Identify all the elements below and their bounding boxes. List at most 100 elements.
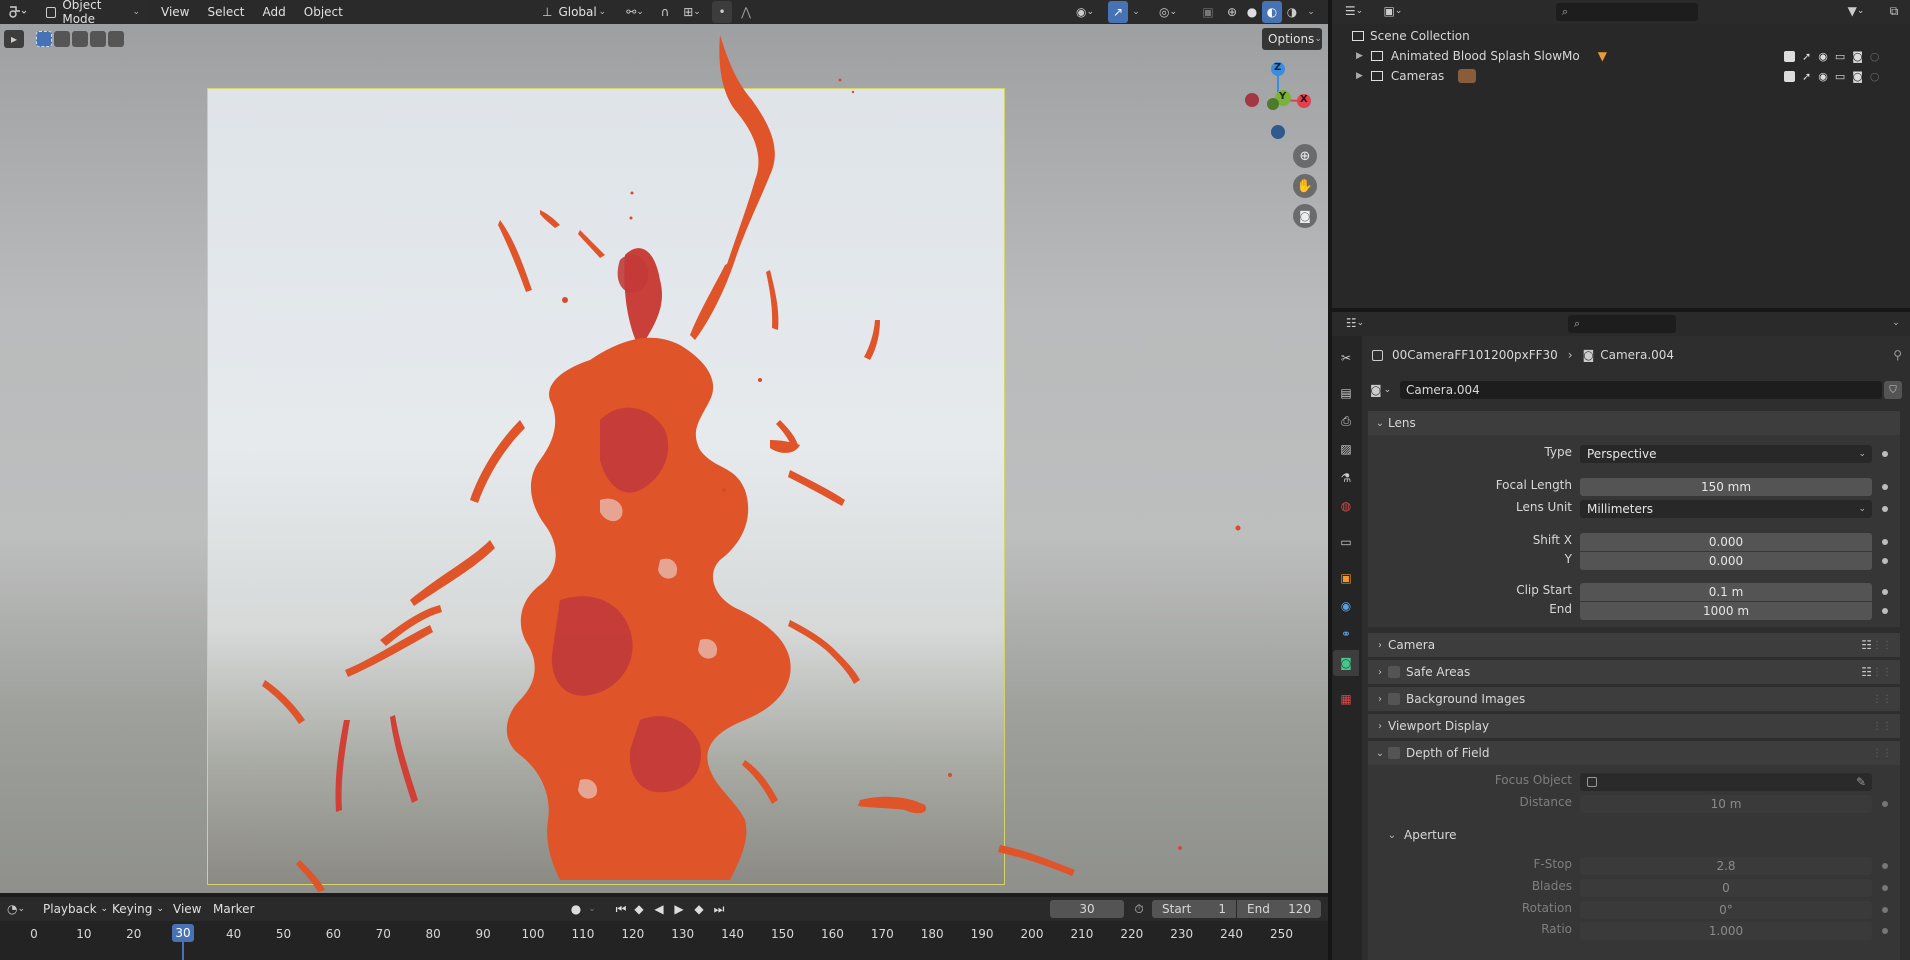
shift-x-field[interactable]: 0.000: [1580, 533, 1872, 551]
menu-marker[interactable]: Marker: [204, 898, 263, 920]
datablock-name-field[interactable]: Camera.004: [1400, 381, 1882, 399]
select-pointer-icon[interactable]: ➚: [1802, 70, 1811, 83]
presets-list-icon[interactable]: ☷: [1861, 638, 1872, 652]
rotation-field[interactable]: 0°: [1580, 901, 1872, 919]
focal-length-field[interactable]: 150 mm: [1580, 478, 1872, 496]
lens-panel-header[interactable]: ⌄ Lens: [1368, 410, 1900, 435]
keyframe-dot[interactable]: [1882, 484, 1888, 490]
drag-handle-icon[interactable]: ⋮⋮: [1872, 667, 1892, 678]
background-images-checkbox[interactable]: [1388, 693, 1400, 705]
keyframe-dot[interactable]: [1882, 589, 1888, 595]
tab-collection[interactable]: ▭: [1333, 529, 1359, 555]
render-camera-icon[interactable]: ◙: [1852, 70, 1863, 83]
background-images-panel-header[interactable]: › Background Images ⋮⋮: [1368, 686, 1900, 711]
properties-options-dropdown[interactable]: ⌄: [1888, 312, 1904, 334]
keyframe-dot[interactable]: [1882, 863, 1888, 869]
blades-field[interactable]: 0: [1580, 879, 1872, 897]
outliner-row-scene-collection[interactable]: Scene Collection: [1352, 26, 1892, 46]
display-mode-button[interactable]: ▣ ⌄: [1378, 0, 1408, 22]
viewport-display-panel-header[interactable]: › Viewport Display ⋮⋮: [1368, 713, 1900, 738]
eye-icon[interactable]: ◉: [1818, 50, 1828, 63]
dof-checkbox[interactable]: [1388, 747, 1400, 759]
keyframe-dot[interactable]: [1882, 928, 1888, 934]
shift-y-field[interactable]: 0.000: [1580, 552, 1872, 570]
chevron-right-icon[interactable]: ▶: [1356, 51, 1363, 61]
new-collection-button[interactable]: ⧉: [1884, 0, 1904, 22]
select-pointer-icon[interactable]: ➚: [1802, 50, 1811, 63]
drag-handle-icon[interactable]: ⋮⋮: [1872, 721, 1892, 732]
fstop-field[interactable]: 2.8: [1580, 857, 1872, 875]
holdout-icon[interactable]: ○: [1870, 50, 1880, 63]
eye-icon[interactable]: ◉: [1818, 70, 1828, 83]
tab-texture[interactable]: ▦: [1333, 686, 1359, 712]
keyframe-dot[interactable]: [1882, 451, 1888, 457]
eyedropper-icon[interactable]: ✎: [1856, 775, 1866, 789]
fake-user-button[interactable]: ⛉: [1884, 381, 1902, 399]
keyframe-dot[interactable]: [1882, 801, 1888, 807]
play-reverse-button[interactable]: ◀: [650, 898, 668, 920]
checkbox-icon[interactable]: [1784, 70, 1795, 82]
outliner-editor-type-button[interactable]: ☰ ⌄: [1340, 0, 1368, 22]
aperture-subpanel-header[interactable]: ⌄ Aperture: [1380, 824, 1900, 846]
ratio-field[interactable]: 1.000: [1580, 922, 1872, 940]
record-button[interactable]: ●: [566, 898, 586, 920]
jump-end-button[interactable]: ⏭: [710, 898, 728, 920]
keyframe-dot[interactable]: [1882, 907, 1888, 913]
outliner-search-input[interactable]: ⌕: [1556, 3, 1698, 21]
tab-constraints[interactable]: ⚭: [1333, 621, 1359, 647]
filter-button[interactable]: ▼ ⌄: [1842, 0, 1870, 22]
drag-handle-icon[interactable]: ⋮⋮: [1872, 694, 1892, 705]
viewport[interactable]: Object Mode ⌄ View Select Add Object ⊥ G…: [0, 0, 1328, 893]
clip-start-field[interactable]: 0.1 m: [1580, 583, 1872, 601]
checkbox-icon[interactable]: [1784, 50, 1795, 62]
end-frame-field[interactable]: End 120: [1237, 900, 1321, 918]
keyframe-dot[interactable]: [1882, 608, 1888, 614]
tab-scene[interactable]: ⚗: [1333, 465, 1359, 491]
tab-modifiers[interactable]: ◉: [1333, 593, 1359, 619]
play-button[interactable]: ▶: [670, 898, 688, 920]
tab-world[interactable]: ◍: [1333, 493, 1359, 519]
lens-unit-dropdown[interactable]: Millimeters ⌄: [1580, 500, 1872, 518]
holdout-icon[interactable]: ○: [1870, 70, 1880, 83]
jump-start-button[interactable]: ⏮: [612, 898, 630, 920]
tab-object[interactable]: ▣: [1333, 565, 1359, 591]
safe-areas-checkbox[interactable]: [1388, 666, 1400, 678]
drag-handle-icon[interactable]: ⋮⋮: [1872, 640, 1892, 651]
stopwatch-icon[interactable]: ⏱: [1128, 898, 1150, 920]
pin-icon[interactable]: ⚲: [1893, 348, 1902, 362]
properties-search-input[interactable]: ⌕: [1568, 315, 1676, 333]
keyframe-dot[interactable]: [1882, 506, 1888, 512]
lens-type-dropdown[interactable]: Perspective ⌄: [1580, 445, 1872, 463]
distance-field[interactable]: 10 m: [1580, 795, 1872, 813]
presets-list-icon[interactable]: ☷: [1861, 665, 1872, 679]
tab-object-data[interactable]: ◙: [1333, 650, 1359, 676]
next-keyframe-button[interactable]: ◆: [690, 898, 708, 920]
navigation-gizmo[interactable]: Z X Y: [1235, 60, 1315, 140]
start-frame-field[interactable]: Start 1: [1152, 900, 1236, 918]
properties-editor-type-button[interactable]: ☷ ⌄: [1340, 312, 1370, 334]
safe-areas-panel-header[interactable]: › Safe Areas ☷ ⋮⋮: [1368, 659, 1900, 684]
menu-keying[interactable]: Keying ⌄: [103, 898, 173, 920]
keyframe-dot[interactable]: [1882, 885, 1888, 891]
datablock-browse-button[interactable]: ◙ ⌄: [1370, 381, 1398, 399]
current-frame-field[interactable]: 30: [1050, 900, 1124, 918]
clip-end-field[interactable]: 1000 m: [1580, 602, 1872, 620]
monitor-icon[interactable]: ▭: [1835, 50, 1845, 63]
prev-keyframe-button[interactable]: ◆: [630, 898, 648, 920]
camera-panel-header[interactable]: › Camera ☷ ⋮⋮: [1368, 632, 1900, 657]
tab-render[interactable]: ▤: [1333, 380, 1359, 406]
timeline-editor-type-button[interactable]: ◔ ⌄: [2, 898, 30, 920]
keyframe-dot[interactable]: [1882, 558, 1888, 564]
zoom-button[interactable]: ⊕: [1293, 144, 1317, 168]
dof-panel-header[interactable]: ⌄ Depth of Field ⋮⋮: [1368, 740, 1900, 765]
monitor-icon[interactable]: ▭: [1835, 70, 1845, 83]
camera-view-button[interactable]: ◙: [1293, 204, 1317, 228]
pan-button[interactable]: ✋: [1293, 174, 1317, 198]
tab-tool[interactable]: ✂: [1333, 345, 1359, 371]
keyframe-dot[interactable]: [1882, 539, 1888, 545]
playhead[interactable]: 30: [172, 924, 194, 942]
tab-output[interactable]: ⎙: [1333, 408, 1359, 434]
focus-object-field[interactable]: ✎: [1580, 773, 1872, 791]
chevron-right-icon[interactable]: ▶: [1356, 71, 1363, 81]
render-camera-icon[interactable]: ◙: [1852, 50, 1863, 63]
